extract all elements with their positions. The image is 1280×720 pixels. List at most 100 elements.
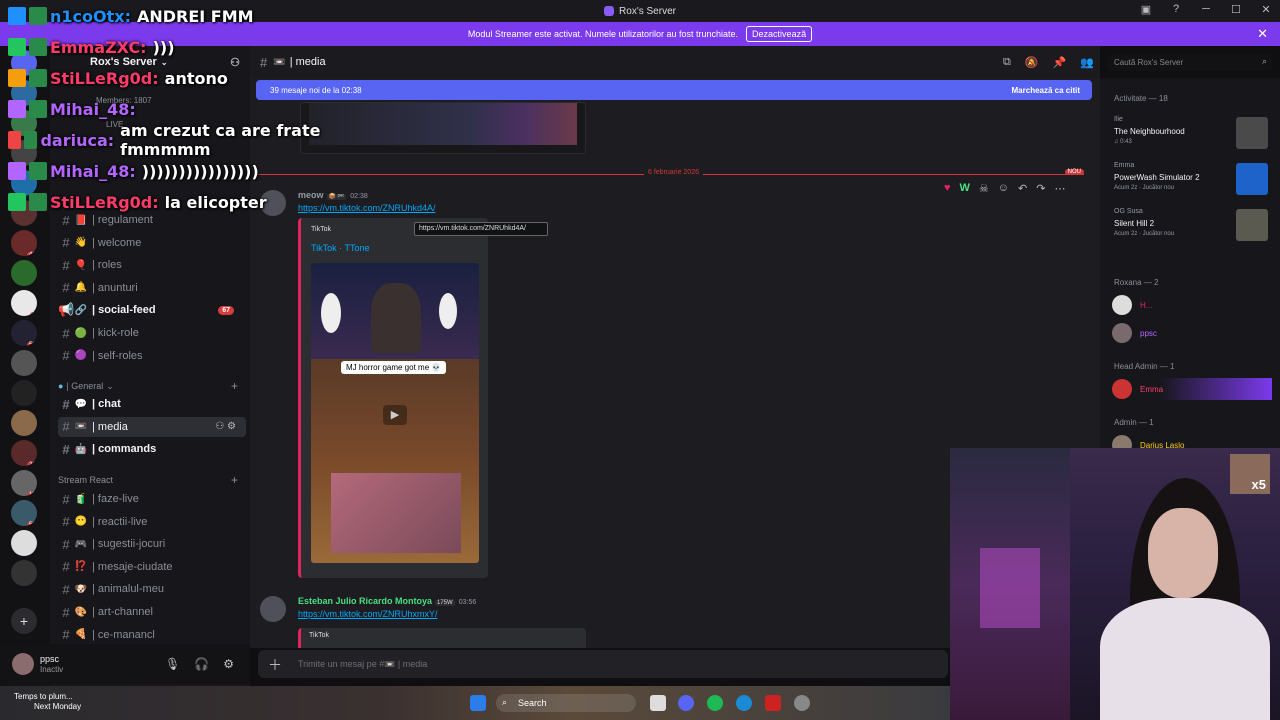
channel-label: | self-roles — [92, 349, 143, 362]
server-icon[interactable]: 585 — [11, 500, 37, 526]
start-icon[interactable] — [470, 695, 486, 711]
server-icon[interactable]: 133 — [11, 470, 37, 496]
forward-icon[interactable]: ↷ — [1036, 182, 1045, 195]
discord-app: Rox's Server ▣ ? ─ ☐ ✕ Modul Streamer es… — [0, 0, 1280, 720]
mark-read-button[interactable]: Marchează ca citit — [1012, 86, 1080, 95]
server-icon[interactable]: 297 — [11, 440, 37, 466]
category-stream-react[interactable]: Stream React + — [58, 472, 238, 488]
inbox-icon[interactable]: ▣ — [1138, 3, 1154, 16]
taskbar-search[interactable]: ⌕ Search — [496, 694, 636, 712]
tiktok-embed: TikTok — [298, 628, 586, 648]
maximize-button[interactable]: ☐ — [1228, 3, 1244, 16]
channel-emoji: 👋 — [74, 237, 88, 249]
hash-icon: # — [62, 581, 70, 597]
channel-item[interactable]: # 🎮 | sugestii-jocuri — [58, 534, 246, 554]
message-author[interactable]: Esteban Julio Ricardo Montoya 175W 03:56 — [298, 596, 476, 606]
embed-title[interactable]: TikTok · TTone — [311, 243, 370, 253]
window-controls: ▣ ? ─ ☐ ✕ — [1138, 3, 1274, 16]
threads-icon[interactable]: ⧉ — [1003, 56, 1011, 69]
close-window-button[interactable]: ✕ — [1258, 3, 1274, 16]
disable-streamer-button[interactable]: Dezactivează — [746, 26, 813, 42]
server-icon[interactable] — [11, 380, 37, 406]
member-item[interactable]: Emma — [1112, 378, 1272, 400]
close-icon[interactable]: ✕ — [1257, 26, 1268, 42]
reply-icon[interactable]: ↶ — [1018, 182, 1027, 195]
member-item[interactable]: ppsc — [1112, 322, 1272, 344]
previous-video-embed[interactable] — [300, 102, 586, 154]
avatar[interactable] — [260, 596, 286, 622]
channel-item[interactable]: # 👋 | welcome — [58, 233, 246, 253]
server-icon[interactable]: 5 — [11, 560, 37, 586]
server-icon[interactable] — [11, 350, 37, 376]
channel-item[interactable]: # 🐶 | animalul-meu — [58, 579, 246, 599]
more-icon[interactable]: ⋯ — [1054, 182, 1065, 195]
channel-item[interactable]: # 💬 | chat — [58, 394, 246, 414]
headphones-icon[interactable]: 🎧 — [194, 657, 209, 671]
badge-icon — [8, 193, 26, 211]
mute-icon[interactable]: 🔕 — [1025, 56, 1039, 69]
new-messages-bar[interactable]: 39 mesaje noi de la 02:38 Marchează ca c… — [256, 80, 1092, 100]
channel-item[interactable]: 📢 🔗 | social-feed 67 — [58, 300, 246, 320]
discord-icon[interactable] — [678, 695, 694, 711]
w-reaction-icon[interactable]: W — [960, 182, 970, 194]
activity-card[interactable]: Emma PowerWash Simulator 2 Acum 2z · Jucăt… — [1110, 160, 1272, 200]
member-item[interactable]: H... — [1112, 294, 1272, 316]
channel-item[interactable]: # 🧃 | faze-live — [58, 489, 246, 509]
add-attachment-icon[interactable]: ＋ — [268, 655, 282, 675]
server-icon[interactable] — [11, 410, 37, 436]
activity-card[interactable]: OG Susa Silent Hill 2 Acum 2z · Jucător no… — [1110, 206, 1272, 246]
badge-icon — [29, 100, 47, 118]
channel-item[interactable]: # 🎨 | art-channel — [58, 602, 246, 622]
taskview-icon[interactable] — [650, 695, 666, 711]
channel-emoji: 💬 — [74, 398, 88, 410]
channel-emoji: 🎮 — [74, 538, 88, 550]
minimize-button[interactable]: ─ — [1198, 3, 1214, 16]
channel-item[interactable]: # 🤖 | commands — [58, 439, 246, 459]
hash-icon: # — [62, 348, 70, 364]
channel-emoji: 🟢 — [74, 327, 88, 339]
server-icon[interactable]: 534 — [11, 320, 37, 346]
role-header: Admin — 1 — [1114, 418, 1154, 427]
app-icon[interactable] — [794, 695, 810, 711]
category-general[interactable]: ● | General ⌄ + — [58, 378, 238, 394]
server-icon[interactable]: 60 — [11, 290, 37, 316]
add-reaction-icon[interactable]: ☺ — [998, 182, 1009, 194]
channel-item[interactable]: # 🎈 | roles — [58, 255, 246, 275]
server-icon[interactable]: 405 — [11, 230, 37, 256]
channel-item[interactable]: # 🟣 | self-roles — [58, 346, 246, 366]
server-icon[interactable] — [11, 260, 37, 286]
help-icon[interactable]: ? — [1168, 3, 1184, 16]
embed-video[interactable]: MJ horror game got me 💀 ▶ — [311, 263, 479, 563]
play-icon[interactable]: ▶ — [383, 405, 407, 425]
user-status: Inactiv — [40, 665, 64, 674]
weather-widget[interactable]: Temps to plum... Next Monday — [14, 692, 81, 712]
stream-chat-overlay: n1coOtx: ANDREI FMM EmmaZXC:))) StiLLeRg0d:… — [8, 2, 338, 222]
skull-reaction-icon[interactable]: ☠ — [979, 182, 989, 195]
channel-item[interactable]: # 🍕 | ce-manancl — [58, 625, 246, 645]
spotify-icon[interactable] — [707, 695, 723, 711]
megaphone-icon: 📢 — [58, 302, 75, 318]
channel-item[interactable]: # ⁉️ | mesaje-ciudate — [58, 557, 246, 577]
channel-item[interactable]: # 📼 | media ⚇ ⚙ — [58, 416, 246, 437]
members-icon[interactable]: 👥 — [1080, 56, 1094, 69]
edge-icon[interactable] — [736, 695, 752, 711]
search-input[interactable]: Caută Rox's Server ⌕ — [1108, 54, 1272, 71]
activity-card[interactable]: Ilie The Neighbourhood ♫ 0:43 — [1110, 114, 1272, 154]
badge-icon — [29, 162, 47, 180]
gear-icon[interactable]: ⚙ — [223, 657, 234, 671]
mic-icon[interactable]: 🎙 — [165, 657, 180, 671]
app-icon[interactable] — [765, 695, 781, 711]
channel-header: # 📼 | media ⧉ 🔕 📌 👥 — [250, 46, 1100, 78]
server-icon[interactable] — [11, 530, 37, 556]
embed-provider: TikTok — [309, 632, 329, 639]
avatar[interactable] — [12, 653, 34, 675]
add-server-button[interactable]: + — [11, 608, 37, 634]
channel-item[interactable]: # 🟢 | kick-role — [58, 323, 246, 343]
message-composer[interactable]: ＋ Trimite un mesaj pe #📼 | media — [258, 650, 948, 678]
channel-settings-icon[interactable]: ⚇ ⚙ — [215, 421, 236, 432]
message-link[interactable]: https://vm.tiktok.com/ZNRUhxmxY/ — [298, 609, 438, 619]
heart-reaction-icon[interactable]: ♥ — [944, 182, 951, 194]
channel-item[interactable]: # 🔔 | anunturi — [58, 278, 246, 298]
pin-icon[interactable]: 📌 — [1053, 56, 1067, 69]
channel-item[interactable]: # 😶 | reactii-live — [58, 512, 246, 532]
